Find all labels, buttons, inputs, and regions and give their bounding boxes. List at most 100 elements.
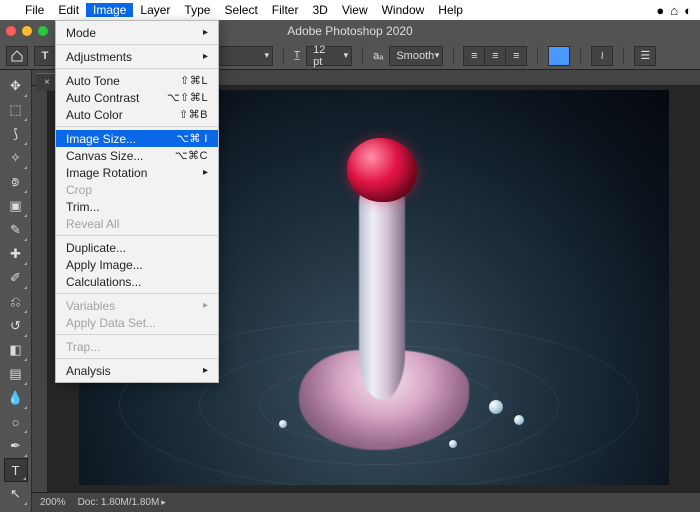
menu-item-trim[interactable]: Trim... (56, 198, 218, 215)
menu-item-auto-contrast[interactable]: Auto Contrast ⌥⇧⌘L (56, 89, 218, 106)
separator (580, 47, 581, 65)
lasso-tool[interactable]: ⟆ (4, 122, 28, 146)
menu-help[interactable]: Help (431, 3, 470, 17)
antialias-select[interactable]: Smooth (389, 46, 443, 66)
align-left-button[interactable]: ≡ (463, 46, 485, 66)
menu-separator (56, 68, 218, 69)
warp-text-button[interactable]: ≀ (591, 46, 613, 66)
menu-item-label: Auto Contrast (66, 91, 139, 105)
separator (453, 47, 454, 65)
magic-wand-tool[interactable]: ✧ (4, 146, 28, 170)
eyedropper-tool[interactable]: ✎ (4, 218, 28, 242)
doc-info[interactable]: Doc: 1.80M/1.80M▸ (78, 497, 166, 508)
menu-select[interactable]: Select (217, 3, 264, 17)
rectangle-tool[interactable]: □ (4, 506, 28, 512)
toolbox: × 1-W… ✥⬚⟆✧⟄▣✎✚✐⎌↺◧▤💧○✒T↖□✋🔍 (0, 70, 32, 512)
gradient-tool[interactable]: ▤ (4, 362, 28, 386)
menu-shortcut: ⇧⌘B (179, 108, 208, 121)
menu-item-reveal-all: Reveal All (56, 215, 218, 232)
image-menu-dropdown: Mode Adjustments Auto Tone ⇧⌘L Auto Contrast… (55, 20, 219, 383)
menu-window[interactable]: Window (375, 3, 432, 17)
menu-image[interactable]: Image (86, 3, 133, 17)
move-tool[interactable]: ✥ (4, 74, 28, 98)
minimize-window-icon[interactable] (22, 26, 32, 36)
font-size-icon: T̲ (294, 50, 300, 61)
menu-item-canvas-size[interactable]: Canvas Size... ⌥⌘C (56, 147, 218, 164)
menu-item-calculations[interactable]: Calculations... (56, 273, 218, 290)
menu-item-analysis[interactable]: Analysis (56, 362, 218, 379)
rect-marquee-tool[interactable]: ⬚ (4, 98, 28, 122)
menu-edit[interactable]: Edit (51, 3, 86, 17)
eraser-tool[interactable]: ◧ (4, 338, 28, 362)
menu-item-label: Auto Tone (66, 74, 120, 88)
separator (623, 47, 624, 65)
menu-item-auto-tone[interactable]: Auto Tone ⇧⌘L (56, 72, 218, 89)
menu-item-label: Trap... (66, 340, 100, 354)
history-brush-tool[interactable]: ↺ (4, 314, 28, 338)
home-button[interactable] (6, 46, 28, 66)
menu-layer[interactable]: Layer (133, 3, 177, 17)
menu-item-label: Adjustments (66, 50, 132, 64)
user-icon[interactable]: ◐ (684, 3, 692, 18)
menu-item-label: Mode (66, 26, 96, 40)
pen-tool[interactable]: ✒ (4, 434, 28, 458)
menu-item-label: Analysis (66, 364, 111, 378)
status-indicator-icon: ● (656, 3, 664, 18)
menu-item-image-size[interactable]: Image Size...⌥⌘ I (56, 130, 218, 147)
menu-item-label: Trim... (66, 200, 100, 214)
window-controls[interactable] (6, 26, 48, 36)
splash-head (347, 138, 417, 202)
menu-shortcut: ⌥⌘C (175, 149, 208, 162)
menu-separator (56, 44, 218, 45)
menu-item-label: Image Rotation (66, 166, 147, 180)
menu-item-label: Auto Color (66, 108, 123, 122)
chevron-right-icon: ▸ (161, 497, 166, 507)
menu-file[interactable]: File (18, 3, 51, 17)
text-color-swatch[interactable] (548, 46, 570, 66)
menu-item-label: Apply Image... (66, 258, 143, 272)
zoom-level[interactable]: 200% (40, 497, 66, 508)
menu-item-apply-image[interactable]: Apply Image... (56, 256, 218, 273)
menu-type[interactable]: Type (177, 3, 217, 17)
menu-separator (56, 358, 218, 359)
dodge-tool[interactable]: ○ (4, 410, 28, 434)
menu-item-crop: Crop (56, 181, 218, 198)
menu-shortcut: ⌥⌘ I (176, 132, 208, 145)
menu-item-label: Variables (66, 299, 115, 313)
align-right-button[interactable]: ≡ (505, 46, 527, 66)
close-window-icon[interactable] (6, 26, 16, 36)
crop-tool[interactable]: ⟄ (4, 170, 28, 194)
type-tool[interactable]: T (4, 458, 28, 482)
menu-separator (56, 334, 218, 335)
blur-tool[interactable]: 💧 (4, 386, 28, 410)
tool-preset-button[interactable]: T (34, 46, 56, 66)
spot-heal-tool[interactable]: ✚ (4, 242, 28, 266)
font-size-select[interactable]: 12 pt (306, 46, 352, 66)
menu-3d[interactable]: 3D (305, 3, 334, 17)
menu-shortcut: ⇧⌘L (180, 74, 208, 87)
menu-item-label: Calculations... (66, 275, 141, 289)
menu-item-adjustments[interactable]: Adjustments (56, 48, 218, 65)
antialias-icon: aₐ (373, 50, 383, 62)
menu-filter[interactable]: Filter (265, 3, 306, 17)
menu-item-mode[interactable]: Mode (56, 24, 218, 41)
mac-menubar: FileEditImageLayerTypeSelectFilter3DView… (0, 0, 700, 20)
status-bar: 200% Doc: 1.80M/1.80M▸ (32, 492, 700, 512)
menu-item-apply-data-set: Apply Data Set... (56, 314, 218, 331)
frame-tool[interactable]: ▣ (4, 194, 28, 218)
text-align-group: ≡ ≡ ≡ (464, 46, 527, 66)
panels-button[interactable]: ☰ (634, 46, 656, 66)
menu-item-auto-color[interactable]: Auto Color ⇧⌘B (56, 106, 218, 123)
path-select-tool[interactable]: ↖ (4, 482, 28, 506)
menu-view[interactable]: View (335, 3, 375, 17)
menu-item-duplicate[interactable]: Duplicate... (56, 239, 218, 256)
menu-separator (56, 235, 218, 236)
menu-shortcut: ⌥⇧⌘L (167, 91, 208, 104)
clone-stamp-tool[interactable]: ⎌ (4, 290, 28, 314)
menu-item-image-rotation[interactable]: Image Rotation (56, 164, 218, 181)
menu-item-label: Canvas Size... (66, 149, 143, 163)
align-center-button[interactable]: ≡ (484, 46, 506, 66)
brush-tool[interactable]: ✐ (4, 266, 28, 290)
ruler-vertical[interactable] (32, 86, 48, 492)
zoom-window-icon[interactable] (38, 26, 48, 36)
